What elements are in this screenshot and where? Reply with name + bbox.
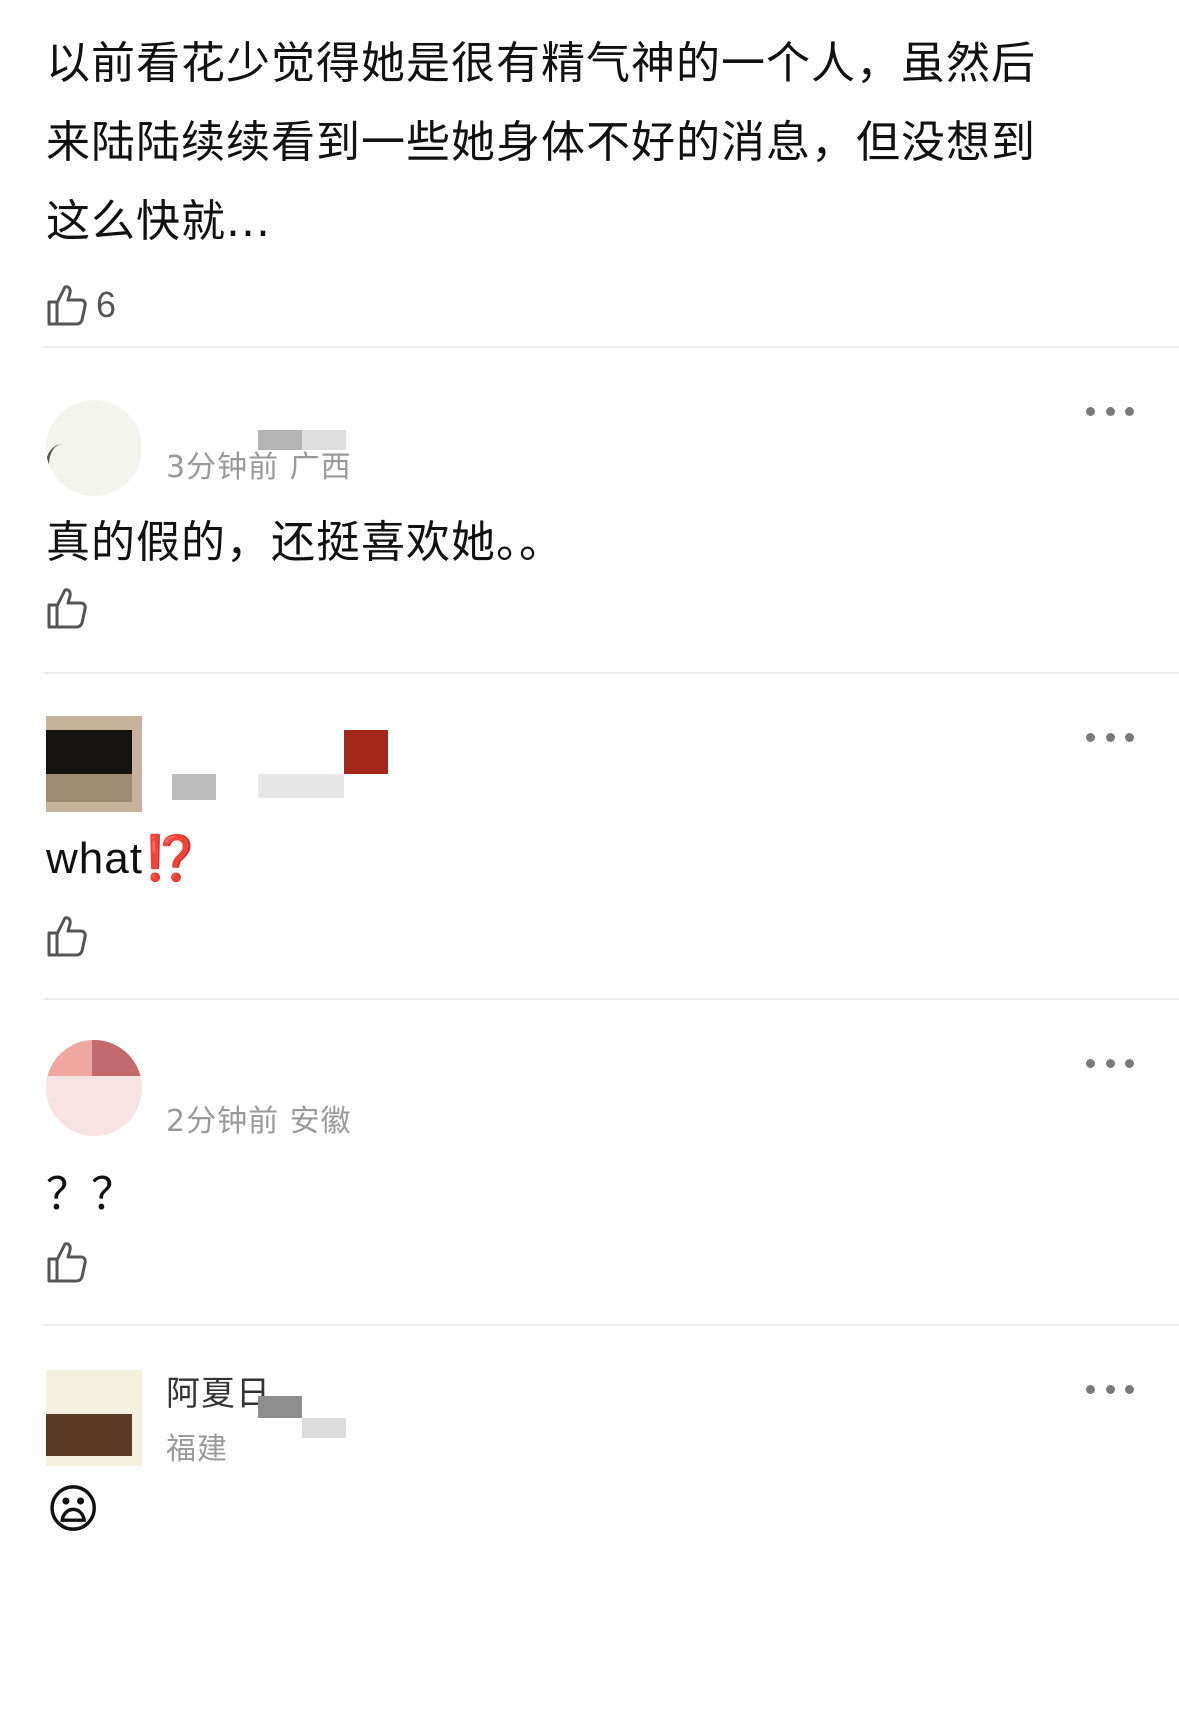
more-dots-icon[interactable] [1086,404,1134,418]
divider [44,346,1179,348]
username[interactable]: 阿夏日 [166,1366,271,1415]
divider [44,998,1179,1000]
thumbs-up-icon[interactable] [46,914,88,958]
avatar[interactable] [46,716,142,812]
more-dots-icon[interactable] [1086,1056,1134,1070]
comment-text: what⁉️ [46,832,199,884]
comment-text: 以前看花少觉得她是很有精气神的一个人，虽然后 来陆陆续续看到一些她身体不好的消息… [46,24,1136,261]
like-count: 6 [96,284,117,325]
comment-text-line-1: 以前看花少觉得她是很有精气神的一个人，虽然后 [46,38,1036,89]
comment-top: 以前看花少觉得她是很有精气神的一个人，虽然后 来陆陆续续看到一些她身体不好的消息… [46,24,1136,331]
more-dots-icon[interactable] [1086,1382,1134,1396]
comment-feed: 以前看花少觉得她是很有精气神的一个人，虽然后 来陆陆续续看到一些她身体不好的消息… [0,0,1179,1714]
mosaic-patch [302,1418,346,1438]
exclamation-question-emoji: ⁉️ [142,834,199,883]
mosaic-patch [258,774,344,798]
divider [44,1324,1179,1326]
comment-text-line-2: 来陆陆续续看到一些她身体不好的消息，但没想到 [46,117,1036,168]
avatar[interactable] [46,1370,142,1466]
comment-text: 😦 [46,1480,102,1540]
comment-meta: 3分钟前 广西 [166,450,352,485]
comment-meta: 2分钟前 安徽 [166,1104,352,1139]
mosaic-patch [172,774,216,800]
like-button[interactable]: 6 [46,279,1136,331]
thumbs-up-icon[interactable] [46,283,88,327]
comment-text: 真的假的，还挺喜欢她。。 [46,517,564,568]
avatar[interactable] [46,400,142,496]
mosaic-patch [344,730,388,774]
divider [44,672,1179,674]
like-button[interactable] [46,1240,88,1284]
like-button[interactable] [46,914,88,958]
comment-text-body: what [46,834,143,883]
like-button[interactable] [46,586,88,630]
mosaic-patch [258,1396,302,1418]
avatar[interactable] [46,1040,142,1136]
thumbs-up-icon[interactable] [46,586,88,630]
thumbs-up-icon[interactable] [46,1240,88,1284]
comment-text-line-3: 这么快就... [46,196,271,247]
more-dots-icon[interactable] [1086,730,1134,744]
comment-text: ？？ [46,1169,136,1220]
comment-meta: 福建 [166,1432,228,1467]
